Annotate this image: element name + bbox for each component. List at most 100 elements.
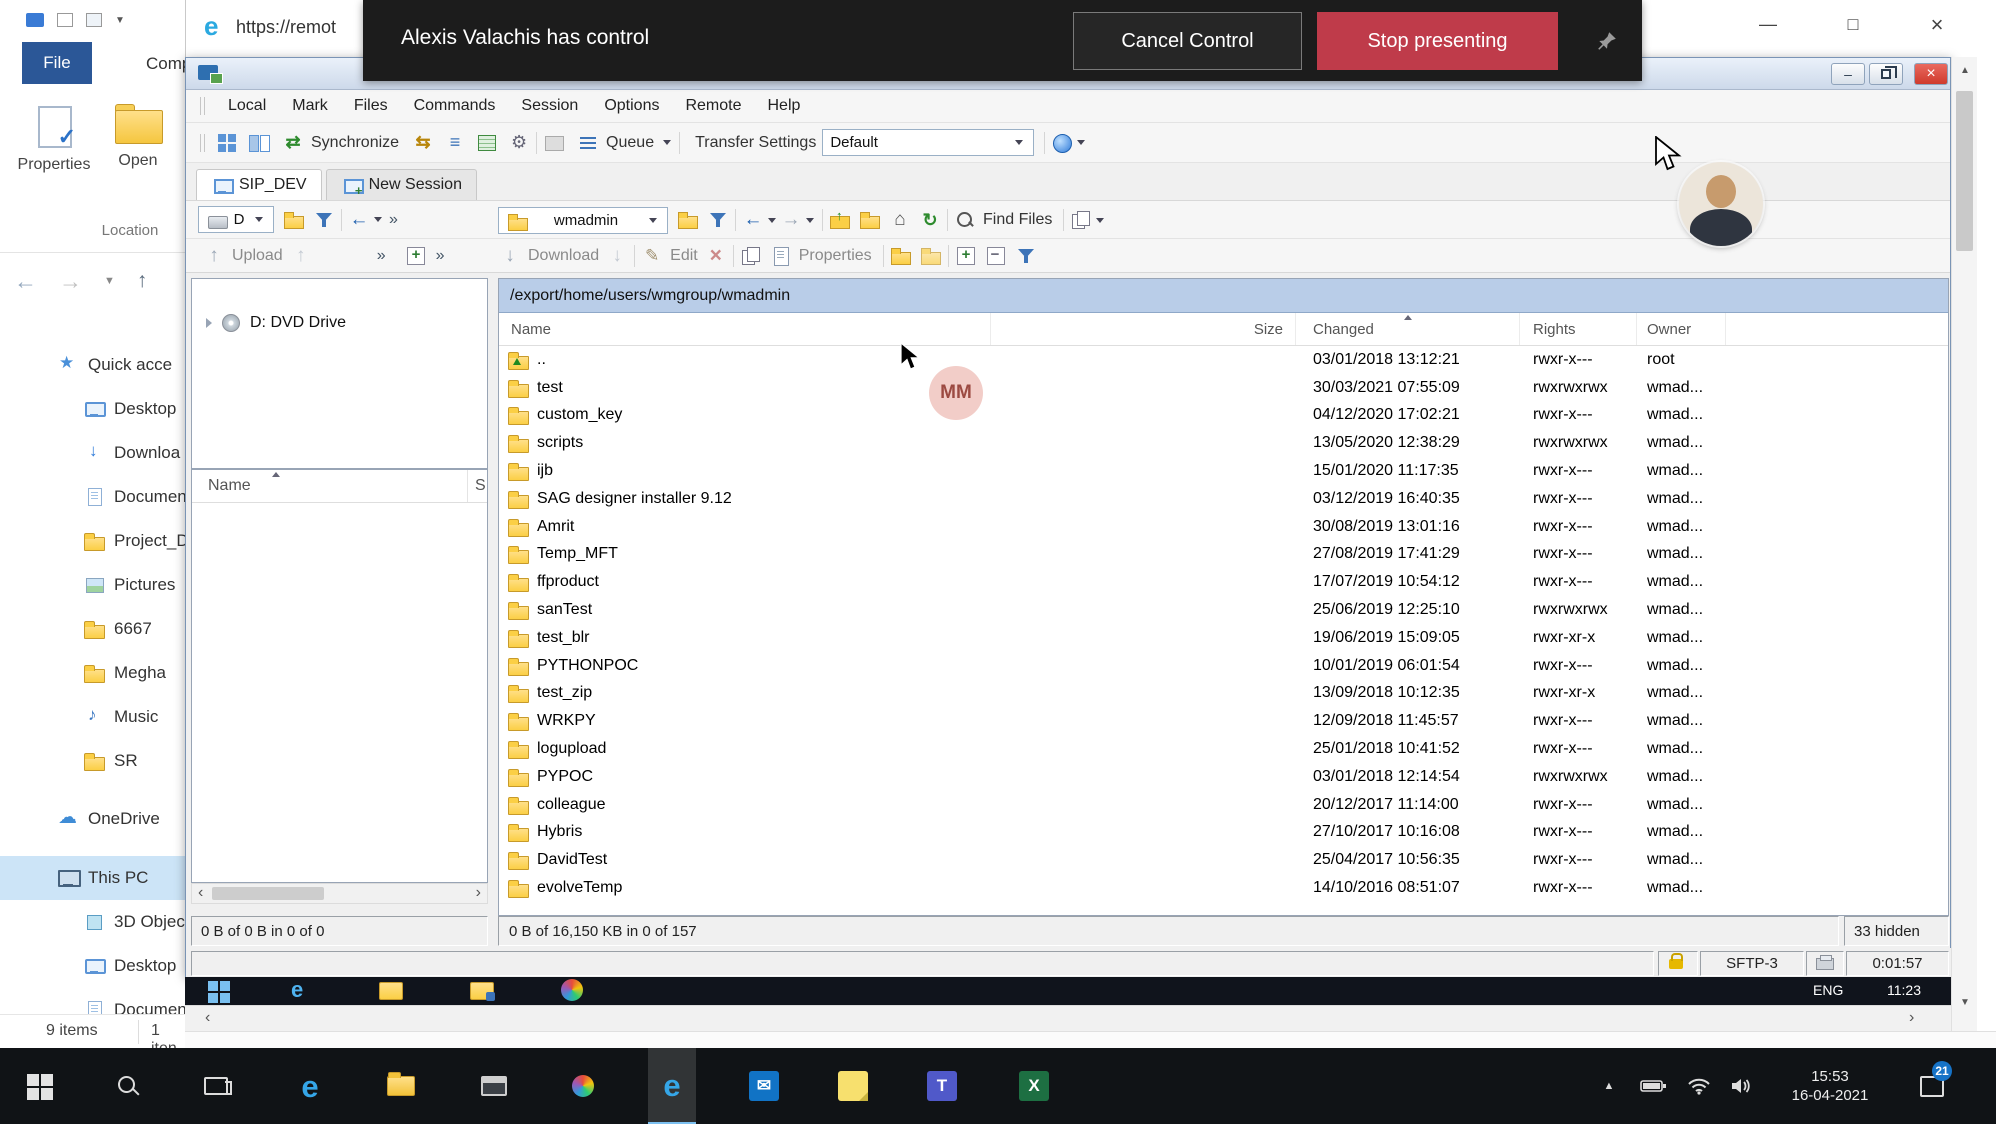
refresh-icon[interactable] — [918, 208, 942, 232]
table-row[interactable]: PYPOC 03/01/2018 12:14:54 rwxrwxrwx wmad… — [499, 763, 1948, 791]
find-files-icon[interactable] — [953, 208, 977, 232]
battery-icon[interactable] — [1635, 1048, 1671, 1124]
sidebar-item[interactable]: Downloa — [0, 431, 185, 475]
scroll-left-icon[interactable]: ‹ — [205, 1009, 210, 1027]
table-row[interactable]: Hybris 27/10/2017 10:16:08 rwxr-x--- wma… — [499, 819, 1948, 847]
table-row[interactable]: colleague 20/12/2017 11:14:00 rwxr-x--- … — [499, 791, 1948, 819]
add-icon[interactable] — [404, 244, 428, 268]
start-button[interactable] — [15, 1048, 63, 1124]
custom-commands-icon[interactable] — [475, 131, 499, 155]
menu-item[interactable]: Local — [215, 93, 279, 119]
column-size[interactable]: Size — [991, 313, 1296, 345]
qat-customize-icon[interactable]: ▼ — [115, 15, 125, 26]
toolbar-overflow-icon[interactable]: » — [389, 211, 398, 229]
properties-button[interactable]: Properties — [16, 104, 92, 174]
upload-icon[interactable] — [202, 244, 226, 268]
table-row[interactable]: test_zip 13/09/2018 10:12:35 rwxr-xr-x w… — [499, 680, 1948, 708]
sidebar-item[interactable]: Project_D — [0, 519, 185, 563]
table-row[interactable]: DavidTest 25/04/2017 10:56:35 rwxr-x--- … — [499, 846, 1948, 874]
open-directory-icon[interactable] — [282, 208, 306, 232]
table-row[interactable]: Amrit 30/08/2019 13:01:16 rwxr-x--- wmad… — [499, 513, 1948, 541]
local-hscrollbar[interactable]: ‹ › — [191, 883, 488, 904]
table-row[interactable]: Temp_MFT 27/08/2019 17:41:29 rwxr-x--- w… — [499, 541, 1948, 569]
sidebar-item[interactable]: Megha — [0, 651, 185, 695]
scroll-right-icon[interactable]: › — [476, 884, 481, 902]
edit-icon[interactable] — [640, 244, 664, 268]
edit-label[interactable]: Edit — [670, 247, 698, 265]
transfer-settings-combo[interactable]: Default — [822, 129, 1034, 156]
menu-item[interactable]: Options — [591, 93, 672, 119]
synchronize-browsing-icon[interactable] — [411, 131, 435, 155]
local-column-size[interactable]: S — [468, 470, 487, 502]
sidebar-item[interactable]: Documen — [0, 475, 185, 519]
back-dropdown-icon[interactable] — [374, 217, 382, 222]
qat-button-icon[interactable] — [57, 13, 73, 27]
upload-label[interactable]: Upload — [232, 247, 283, 265]
properties-label[interactable]: Properties — [799, 247, 872, 265]
sidebar-item[interactable]: Quick acce — [0, 343, 185, 387]
browser-maximize-button[interactable]: □ — [1833, 14, 1873, 35]
sidebar-item[interactable]: Music — [0, 695, 185, 739]
remote-hscrollbar[interactable]: ‹ › — [185, 1005, 1951, 1031]
search-button[interactable] — [104, 1048, 152, 1124]
recent-locations-icon[interactable]: ▼ — [104, 275, 115, 287]
table-row[interactable]: scripts 13/05/2020 12:38:29 rwxrwxrwx wm… — [499, 429, 1948, 457]
remote-locked-folder-icon[interactable] — [470, 979, 496, 1003]
remote-directory-combo[interactable]: wmadmin — [498, 207, 668, 234]
scroll-up-icon[interactable]: ▲ — [1960, 65, 1970, 76]
column-name[interactable]: Name — [499, 313, 991, 345]
queue-dropdown-icon[interactable] — [663, 140, 671, 145]
tree-item-dvd-drive[interactable]: D: DVD Drive — [192, 313, 487, 333]
parent-directory-icon[interactable] — [828, 208, 852, 232]
wifi-icon[interactable] — [1681, 1048, 1717, 1124]
protocol-status[interactable]: SFTP-3 — [1700, 951, 1804, 976]
table-row[interactable]: test 30/03/2021 07:55:09 rwxrwxrwx wmad.… — [499, 374, 1948, 402]
qat-button2-icon[interactable] — [86, 13, 102, 27]
delete-icon[interactable] — [704, 244, 728, 268]
browser-minimize-button[interactable]: — — [1748, 14, 1788, 35]
table-row[interactable]: evolveTemp 14/10/2016 08:51:07 rwxr-x---… — [499, 874, 1948, 902]
open-directory-icon[interactable] — [676, 208, 700, 232]
address-url[interactable]: https://remot — [236, 17, 336, 38]
browser-close-button[interactable]: × — [1917, 12, 1957, 38]
stop-presenting-button[interactable]: Stop presenting — [1317, 12, 1558, 70]
toolbar-overflow-icon[interactable]: » — [436, 247, 445, 265]
sidebar-item[interactable]: 6667 — [0, 607, 185, 651]
cancel-control-button[interactable]: Cancel Control — [1073, 12, 1302, 70]
sidebar-item[interactable]: OneDrive — [0, 797, 185, 841]
table-row[interactable]: sanTest 25/06/2019 12:25:10 rwxrwxrwx wm… — [499, 596, 1948, 624]
filter-icon[interactable] — [706, 208, 730, 232]
winscp-close-button[interactable]: × — [1914, 63, 1948, 85]
synchronize-label[interactable]: Synchronize — [311, 134, 399, 152]
up-button[interactable]: ↑ — [137, 269, 148, 293]
menu-item[interactable]: Help — [755, 93, 814, 119]
find-files-label[interactable]: Find Files — [983, 211, 1052, 229]
table-row[interactable]: ffproduct 17/07/2019 10:54:12 rwxr-x--- … — [499, 568, 1948, 596]
sidebar-item[interactable]: SR — [0, 739, 185, 783]
table-row[interactable]: PYTHONPOC 10/01/2019 06:01:54 rwxr-x--- … — [499, 652, 1948, 680]
sidebar-item[interactable]: This PC — [0, 856, 185, 900]
forward-dropdown-icon[interactable] — [806, 218, 814, 223]
taskbar-clock[interactable]: 15:53 16-04-2021 — [1775, 1048, 1885, 1124]
scroll-thumb[interactable] — [1956, 91, 1973, 251]
select-add-icon[interactable] — [954, 244, 978, 268]
view-grid-icon[interactable] — [215, 131, 239, 155]
taskbar-file-explorer[interactable] — [377, 1048, 425, 1124]
filter-icon[interactable] — [312, 208, 336, 232]
site-globe-icon[interactable] — [1050, 131, 1074, 155]
new-file-icon[interactable] — [919, 244, 943, 268]
table-row[interactable]: ijb 15/01/2020 11:17:35 rwxr-x--- wmad..… — [499, 457, 1948, 485]
back-button[interactable]: ← — [14, 268, 37, 295]
remote-path-bar[interactable]: /export/home/users/wmgroup/wmadmin — [499, 279, 1948, 313]
taskbar-app-window[interactable] — [470, 1048, 518, 1124]
scroll-thumb[interactable] — [212, 887, 324, 900]
local-column-name[interactable]: Name — [192, 470, 468, 502]
table-row[interactable]: test_blr 19/06/2019 15:09:05 rwxr-xr-x w… — [499, 624, 1948, 652]
remote-language-indicator[interactable]: ENG — [1813, 982, 1843, 998]
tab-new-session[interactable]: New Session — [326, 169, 477, 200]
synchronize-icon[interactable] — [281, 131, 305, 155]
duplicate-icon[interactable] — [739, 244, 763, 268]
session-dropdown-icon[interactable] — [1096, 218, 1104, 223]
open-folder-icon[interactable] — [858, 208, 882, 232]
remote-ie-icon[interactable]: e — [291, 979, 317, 1003]
